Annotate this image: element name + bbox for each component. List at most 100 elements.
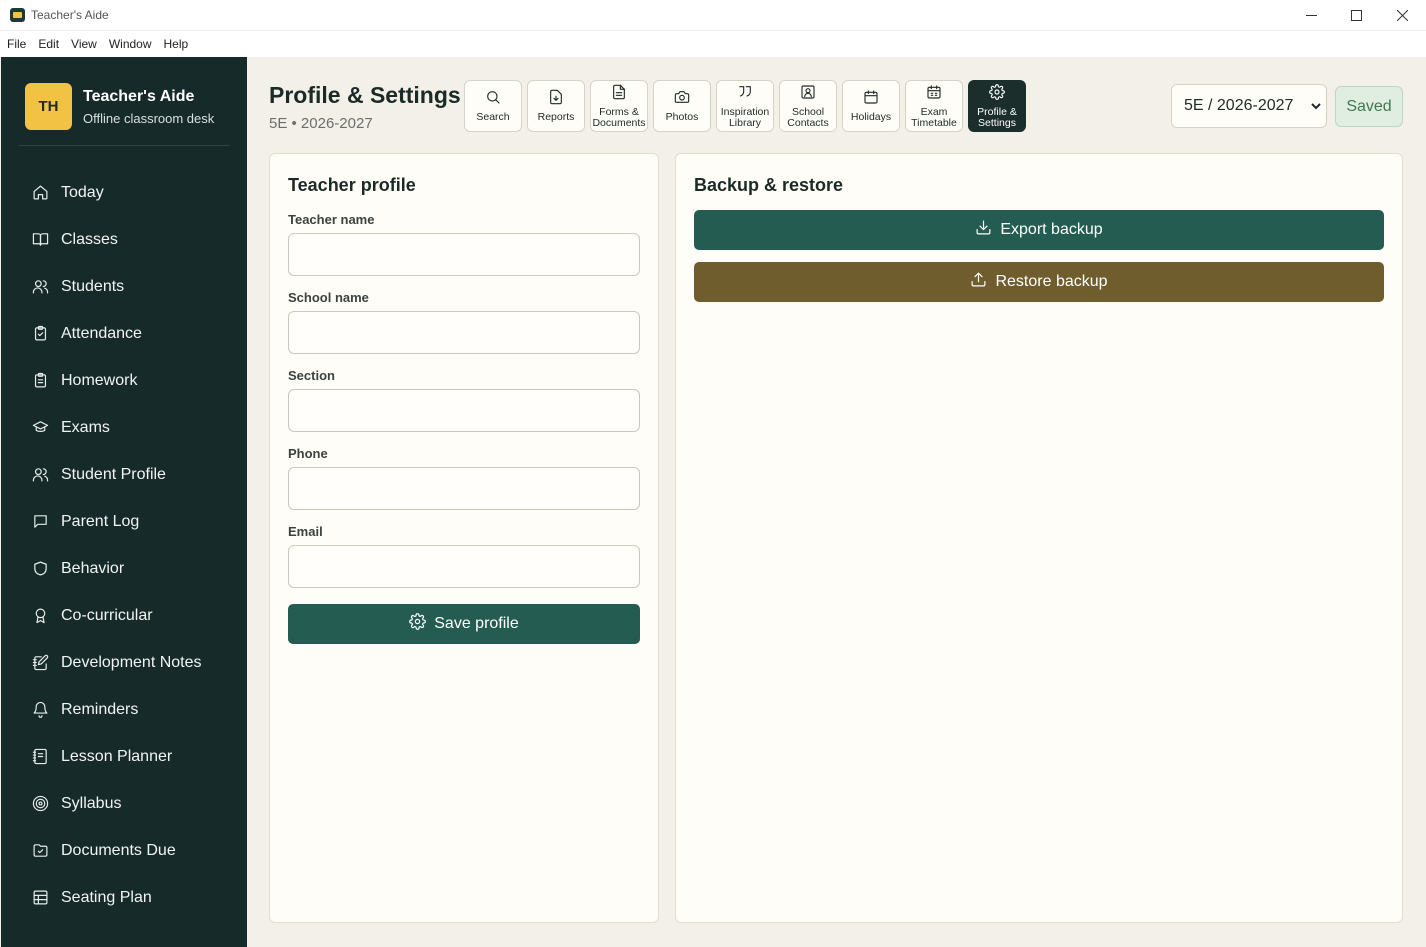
forms-documents-button[interactable]: Forms & Documents xyxy=(590,80,648,132)
sidebar-item-development-notes[interactable]: Development Notes xyxy=(1,639,247,686)
window-title: Teacher's Aide xyxy=(31,8,109,22)
class-select-value: 5E / 2026-2027 xyxy=(1184,97,1294,114)
sidebar-item-lesson-planner[interactable]: Lesson Planner xyxy=(1,733,247,780)
export-backup-button[interactable]: Export backup xyxy=(694,210,1384,250)
clipboard-check-icon xyxy=(31,325,49,343)
save-profile-label: Save profile xyxy=(434,615,519,632)
sidebar-item-parent-log[interactable]: Parent Log xyxy=(1,498,247,545)
sidebar-item-label: Homework xyxy=(61,371,138,389)
sidebar-item-syllabus[interactable]: Syllabus xyxy=(1,780,247,827)
sidebar-item-behavior[interactable]: Behavior xyxy=(1,545,247,592)
sidebar-item-label: Co-curricular xyxy=(61,606,153,624)
field-label: Teacher name xyxy=(288,212,375,227)
backup-restore-panel: Backup & restore Export backup Restore b… xyxy=(675,153,1403,923)
brand-badge: TH xyxy=(25,83,72,130)
save-profile-button[interactable]: Save profile xyxy=(288,604,640,644)
menu-window[interactable]: Window xyxy=(109,37,152,51)
tool-label: Inspiration Library xyxy=(720,105,770,129)
phone-field[interactable] xyxy=(288,467,640,510)
panel-heading: Backup & restore xyxy=(694,175,844,195)
tool-label: School Contacts xyxy=(787,105,829,129)
minimize-icon[interactable] xyxy=(1296,4,1326,26)
menu-help[interactable]: Help xyxy=(164,37,189,51)
page-title: Profile & Settings xyxy=(269,82,461,108)
teacher-name-field[interactable] xyxy=(288,233,640,276)
menu-view[interactable]: View xyxy=(71,37,97,51)
class-select[interactable]: 5E / 2026-2027 xyxy=(1171,84,1327,128)
tool-label: Exam Timetable xyxy=(911,105,957,129)
email-field[interactable] xyxy=(288,545,640,588)
sidebar-item-classes[interactable]: Classes xyxy=(1,216,247,263)
sidebar-item-co-curricular[interactable]: Co-curricular xyxy=(1,592,247,639)
menu-edit[interactable]: Edit xyxy=(38,37,59,51)
folder-icon xyxy=(31,842,49,860)
calendar-grid-icon xyxy=(926,84,942,105)
close-icon[interactable] xyxy=(1387,4,1417,26)
file-text-icon xyxy=(611,84,627,105)
sidebar-item-documents-due[interactable]: Documents Due xyxy=(1,827,247,874)
book-icon xyxy=(31,231,49,249)
school-name-field[interactable] xyxy=(288,311,640,354)
sidebar-item-attendance[interactable]: Attendance xyxy=(1,310,247,357)
exam-timetable-button[interactable]: Exam Timetable xyxy=(905,80,963,132)
download-icon xyxy=(975,219,1000,241)
search-button[interactable]: Search xyxy=(464,80,522,132)
sidebar-item-label: Today xyxy=(61,183,104,201)
maximize-icon[interactable] xyxy=(1341,4,1371,26)
gear-icon xyxy=(989,83,1005,105)
school-contacts-button[interactable]: School Contacts xyxy=(779,80,837,132)
tool-label: Holidays xyxy=(850,111,892,123)
calendar-icon xyxy=(863,89,879,110)
sidebar-item-student-profile[interactable]: Student Profile xyxy=(1,451,247,498)
camera-icon xyxy=(674,89,690,110)
title-bar: Teacher's Aide xyxy=(0,0,1426,31)
inspiration-library-button[interactable]: Inspiration Library xyxy=(716,80,774,132)
sidebar-item-label: Parent Log xyxy=(61,512,140,530)
sidebar: TH Teacher's Aide Offline classroom desk… xyxy=(1,57,247,947)
section-field[interactable] xyxy=(288,389,640,432)
home-icon xyxy=(31,184,49,202)
brand-name: Teacher's Aide xyxy=(83,88,195,105)
restore-backup-label: Restore backup xyxy=(995,273,1108,290)
sidebar-nav: Today Classes Students Attendance Homewo… xyxy=(1,169,247,921)
app-logo-icon xyxy=(10,8,25,22)
sidebar-item-label: Attendance xyxy=(61,324,142,342)
sidebar-item-label: Classes xyxy=(61,230,118,248)
clipboard-list-icon xyxy=(31,372,49,390)
sidebar-item-reminders[interactable]: Reminders xyxy=(1,686,247,733)
field-label: Email xyxy=(288,524,323,539)
status-badge: Saved xyxy=(1335,86,1403,127)
quote-icon xyxy=(737,84,753,105)
field-label: Phone xyxy=(288,446,328,461)
restore-backup-button[interactable]: Restore backup xyxy=(694,262,1384,302)
reports-button[interactable]: Reports xyxy=(527,80,585,132)
search-icon xyxy=(485,89,501,110)
sidebar-item-label: Exams xyxy=(61,418,110,436)
sidebar-item-today[interactable]: Today xyxy=(1,169,247,216)
photos-button[interactable]: Photos xyxy=(653,80,711,132)
layout-grid-icon xyxy=(31,889,49,907)
sidebar-item-exams[interactable]: Exams xyxy=(1,404,247,451)
field-label: School name xyxy=(288,290,369,305)
field-label: Section xyxy=(288,368,335,383)
sidebar-item-homework[interactable]: Homework xyxy=(1,357,247,404)
sidebar-item-label: Student Profile xyxy=(61,465,166,483)
holidays-button[interactable]: Holidays xyxy=(842,80,900,132)
tool-label: Photos xyxy=(665,111,699,123)
target-icon xyxy=(31,795,49,813)
menu-file[interactable]: File xyxy=(7,37,26,51)
sidebar-item-seating-plan[interactable]: Seating Plan xyxy=(1,874,247,921)
tool-label: Forms & Documents xyxy=(592,105,646,129)
tool-label: Reports xyxy=(537,111,575,123)
export-backup-label: Export backup xyxy=(1000,221,1103,238)
sidebar-item-label: Students xyxy=(61,277,125,295)
panel-heading: Teacher profile xyxy=(288,175,416,195)
sidebar-item-students[interactable]: Students xyxy=(1,263,247,310)
award-icon xyxy=(31,607,49,625)
profile-settings-button[interactable]: Profile & Settings xyxy=(968,80,1026,132)
contact-icon xyxy=(800,84,816,105)
gear-icon xyxy=(409,613,434,635)
sidebar-item-label: Syllabus xyxy=(61,794,122,812)
tool-label: Profile & Settings xyxy=(977,105,1017,129)
chevron-down-icon xyxy=(1311,103,1321,110)
